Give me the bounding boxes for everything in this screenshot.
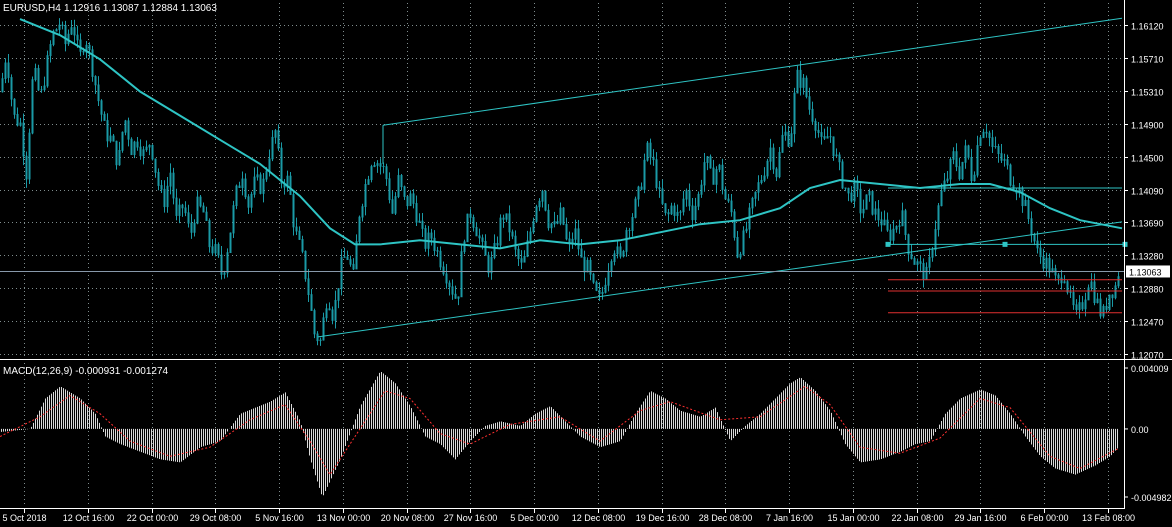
time-tick-label: 13 Feb 08:00 [1082,513,1135,523]
price-tick-label: 1.13690 [1131,219,1164,229]
line-anchor-handle [1002,241,1008,247]
macd-tick-label: 0.00 [1131,425,1149,435]
time-tick-label: 12 Dec 08:00 [572,513,626,523]
trading-chart[interactable]: 1.16120 1.15710 1.15310 1.14900 1.14500 1.140… [0,0,1172,527]
time-tick-label: 7 Jan 16:00 [766,513,813,523]
price-tick-label: 1.15310 [1131,88,1164,98]
price-tick-label: 1.14900 [1131,121,1164,131]
time-tick-label: 12 Oct 16:00 [63,513,115,523]
time-tick-label: 19 Dec 16:00 [636,513,690,523]
time-tick-label: 5 Dec 00:00 [510,513,559,523]
line-anchor-handle [885,241,891,247]
price-tick-label: 1.16120 [1131,22,1164,32]
time-tick-label: 22 Oct 00:00 [127,513,179,523]
price-tick-label: 1.13280 [1131,252,1164,262]
time-tick-label: 15 Jan 00:00 [827,513,879,523]
time-tick-label: 28 Dec 08:00 [699,513,753,523]
time-tick-label: 5 Nov 16:00 [255,513,304,523]
ohlc-readout: 1.12916 1.13087 1.12884 1.13063 [64,3,217,14]
price-tick-label: 1.12470 [1131,318,1164,328]
time-tick-label: 20 Nov 08:00 [381,513,435,523]
time-tick-label: 13 Nov 00:00 [317,513,371,523]
time-tick-label: 5 Oct 2018 [2,513,46,523]
current-price-label: 1.13063 [1129,267,1162,277]
macd-tick-label: -0.004982 [1131,493,1172,503]
time-tick-label: 29 Oct 08:00 [190,513,242,523]
price-tick-label: 1.15710 [1131,55,1164,65]
time-tick-label: 22 Jan 08:00 [891,513,943,523]
macd-tick-label: 0.004009 [1131,364,1169,374]
chart-svg[interactable]: 1.16120 1.15710 1.15310 1.14900 1.14500 1.140… [0,0,1172,527]
price-tick-label: 1.14090 [1131,187,1164,197]
time-tick-label: 27 Nov 16:00 [444,513,498,523]
macd-label: MACD(12,26,9) -0.000931 -0.001274 [3,366,169,377]
price-tick-label: 1.14500 [1131,154,1164,164]
symbol-title: EURUSD,H4 [3,3,61,14]
time-tick-label: 6 Feb 00:00 [1020,513,1068,523]
time-tick-label: 29 Jan 16:00 [954,513,1006,523]
price-tick-label: 1.12880 [1131,285,1164,295]
